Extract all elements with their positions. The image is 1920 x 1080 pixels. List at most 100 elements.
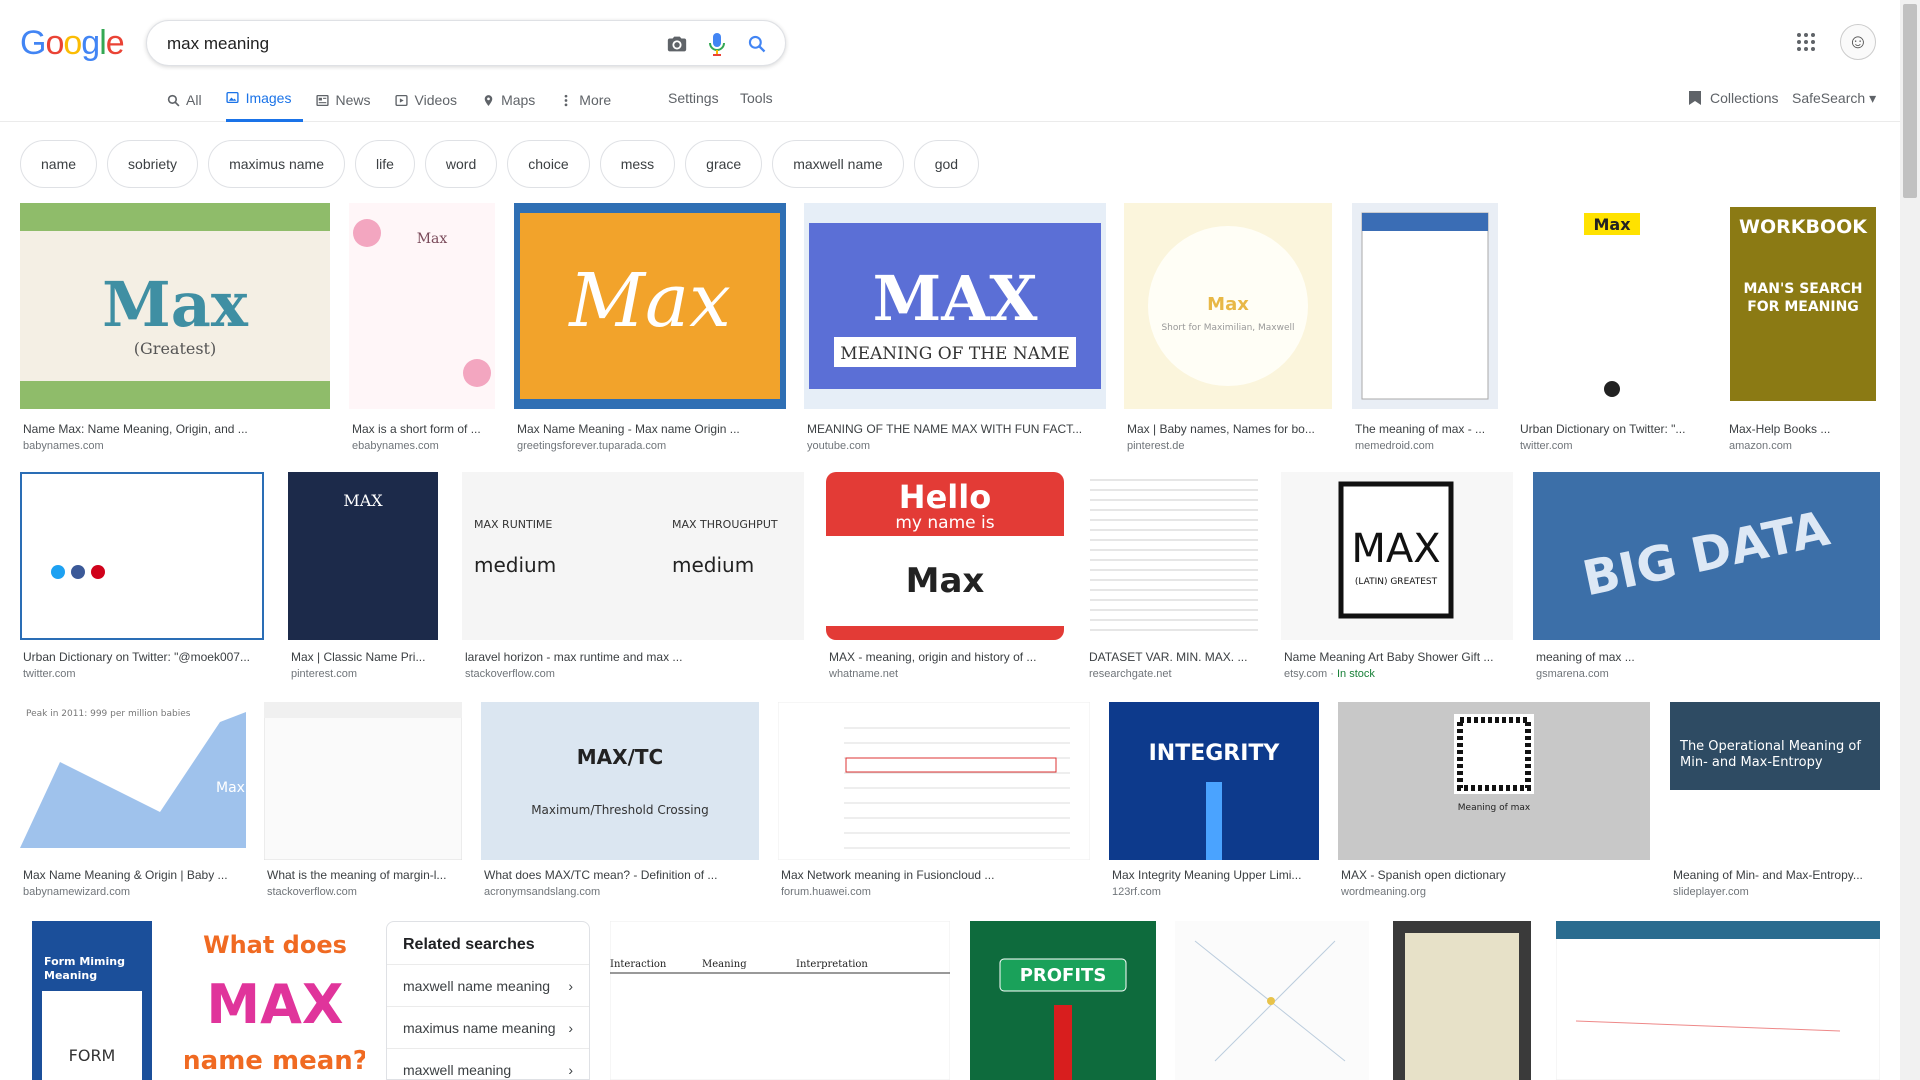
result-thumbnail[interactable]: PROFITS [970,921,1156,1080]
result-title[interactable]: What does MAX/TC mean? - Definition of .… [484,868,758,882]
filter-chip[interactable]: maximus name [208,140,345,188]
result-thumbnail[interactable]: Hello my name is Max [826,472,1064,640]
related-search-item[interactable]: maximus name meaning › [387,1007,589,1049]
svg-text:MAX THROUGHPUT: MAX THROUGHPUT [672,518,778,531]
result-thumbnail[interactable] [778,702,1090,860]
result-thumbnail[interactable]: MAX MEANING OF THE NAME [804,203,1106,409]
svg-text:MAX RUNTIME: MAX RUNTIME [474,518,552,531]
related-search-item[interactable]: maxwell meaning › [387,1049,589,1080]
result-title[interactable]: Urban Dictionary on Twitter: "... [1520,422,1706,436]
svg-text:Max: Max [216,780,245,796]
result-title[interactable]: DATASET VAR. MIN. MAX. ... [1089,650,1261,664]
result-title[interactable]: Max Name Meaning - Max name Origin ... [517,422,785,436]
filter-chip[interactable]: word [424,140,498,188]
result-thumbnail[interactable]: Max [514,203,786,409]
result-thumbnail[interactable]: The Operational Meaning of Min- and Max-E… [1670,702,1880,860]
tab-videos[interactable]: Videos [395,88,470,112]
result-thumbnail[interactable] [1086,472,1262,640]
result-thumbnail[interactable]: BIG DATA [1533,472,1880,640]
search-input[interactable]: max meaning [167,34,269,54]
svg-text:FORM: FORM [69,1046,116,1065]
apps-grid-icon[interactable] [1794,30,1818,54]
result-title[interactable]: Max Network meaning in Fusioncloud ... [781,868,1089,882]
settings-link[interactable]: Settings [668,90,719,106]
caret-down-icon: ▾ [1869,90,1877,106]
result-thumbnail[interactable]: Max [349,203,495,409]
result-thumbnail[interactable]: What does MAX name mean? [185,921,365,1080]
filter-chip[interactable]: god [913,140,980,188]
result-thumbnail[interactable] [1393,921,1531,1080]
search-box[interactable]: max meaning [146,20,786,66]
result-thumbnail[interactable]: Interaction Meaning Interpretation [610,921,950,1080]
result-thumbnail[interactable]: Max [1517,203,1707,409]
result-thumbnail[interactable]: Max Short for Maximilian, Maxwell [1124,203,1332,409]
svg-text:Max: Max [906,561,985,601]
result-source: whatname.net [829,668,1063,680]
result-thumbnail[interactable] [1175,921,1369,1080]
source-domain: babynamewizard.com [23,886,130,898]
filter-chip[interactable]: grace [685,140,763,188]
vertical-scrollbar[interactable] [1900,0,1920,1080]
tab-label: Videos [414,92,458,108]
result-title[interactable]: MEANING OF THE NAME MAX WITH FUN FACT... [807,422,1105,436]
result-title[interactable]: Name Meaning Art Baby Shower Gift ... [1284,650,1512,664]
source-domain: slideplayer.com [1673,886,1749,898]
filter-chip[interactable]: choice [507,140,590,188]
result-title[interactable]: laravel horizon - max runtime and max ..… [465,650,803,664]
microphone-icon[interactable] [705,32,729,56]
result-title[interactable]: Max | Baby names, Names for bo... [1127,422,1331,436]
result-thumbnail[interactable]: MAX (LATIN) GREATEST [1281,472,1513,640]
filter-chip[interactable]: maxwell name [772,140,904,188]
result-thumbnail[interactable]: WORKBOOK MAN'S SEARCH FOR MEANING [1726,203,1880,409]
result-thumbnail[interactable]: Meaning of max [1338,702,1650,860]
tab-images[interactable]: Images [225,88,304,122]
collections-link[interactable]: Collections [1688,90,1778,106]
result-thumbnail[interactable]: Max (Greatest) [20,203,330,409]
filter-chip[interactable]: mess [599,140,676,188]
svg-text:my name is: my name is [895,513,994,533]
result-thumbnail[interactable] [1352,203,1498,409]
result-thumbnail[interactable]: Form Miming Meaning FORM [32,921,152,1080]
chevron-right-icon: › [568,1019,573,1036]
result-thumbnail[interactable]: MAX [288,472,438,640]
result-title[interactable]: What is the meaning of margin-l... [267,868,461,882]
account-avatar[interactable]: ☺ [1840,24,1876,60]
filter-chip[interactable]: life [354,140,415,188]
search-icon[interactable] [745,32,769,56]
tab-more[interactable]: More [559,88,623,112]
result-title[interactable]: Max Name Meaning & Origin | Baby ... [23,868,245,882]
result-thumbnail[interactable] [20,472,264,640]
svg-text:medium: medium [474,553,556,577]
tools-link[interactable]: Tools [740,90,773,106]
tab-maps[interactable]: Maps [481,88,547,112]
related-search-item[interactable]: maxwell name meaning › [387,965,589,1007]
result-title[interactable]: MAX - Spanish open dictionary [1341,868,1649,882]
google-logo[interactable]: Google [20,24,125,63]
result-thumbnail[interactable]: Peak in 2011: 999 per million babies Max [20,702,246,860]
result-title[interactable]: Max | Classic Name Pri... [291,650,437,664]
filter-chip[interactable]: name [20,140,98,188]
camera-icon[interactable] [665,32,689,56]
result-thumbnail[interactable]: MAX RUNTIME MAX THROUGHPUT medium medium [462,472,804,640]
result-thumbnail[interactable]: MAX/TC Maximum/Threshold Crossing [481,702,759,860]
result-title[interactable]: meaning of max ... [1536,650,1879,664]
result-title[interactable]: Urban Dictionary on Twitter: "@moek007..… [23,650,263,664]
result-title[interactable]: MAX - meaning, origin and history of ... [829,650,1063,664]
result-title[interactable]: Max-Help Books ... [1729,422,1879,436]
result-thumbnail[interactable] [264,702,462,860]
result-title[interactable]: Meaning of Min- and Max-Entropy... [1673,868,1879,882]
safesearch-dropdown[interactable]: SafeSearch ▾ [1792,90,1876,107]
search-icon [166,93,180,107]
tab-news[interactable]: News [315,88,382,112]
result-thumbnail[interactable]: INTEGRITY [1109,702,1319,860]
logo-letter: o [45,24,64,62]
tab-all[interactable]: All [166,88,214,112]
result-thumbnail[interactable] [1556,921,1880,1080]
result-title[interactable]: The meaning of max - ... [1355,422,1497,436]
result-title[interactable]: Name Max: Name Meaning, Origin, and ... [23,422,329,436]
related-searches-card: Related searches maxwell name meaning › m… [386,921,590,1080]
result-title[interactable]: Max Integrity Meaning Upper Limi... [1112,868,1318,882]
filter-chip[interactable]: sobriety [107,140,199,188]
scrollbar-thumb[interactable] [1903,4,1917,198]
result-title[interactable]: Max is a short form of ... [352,422,494,436]
